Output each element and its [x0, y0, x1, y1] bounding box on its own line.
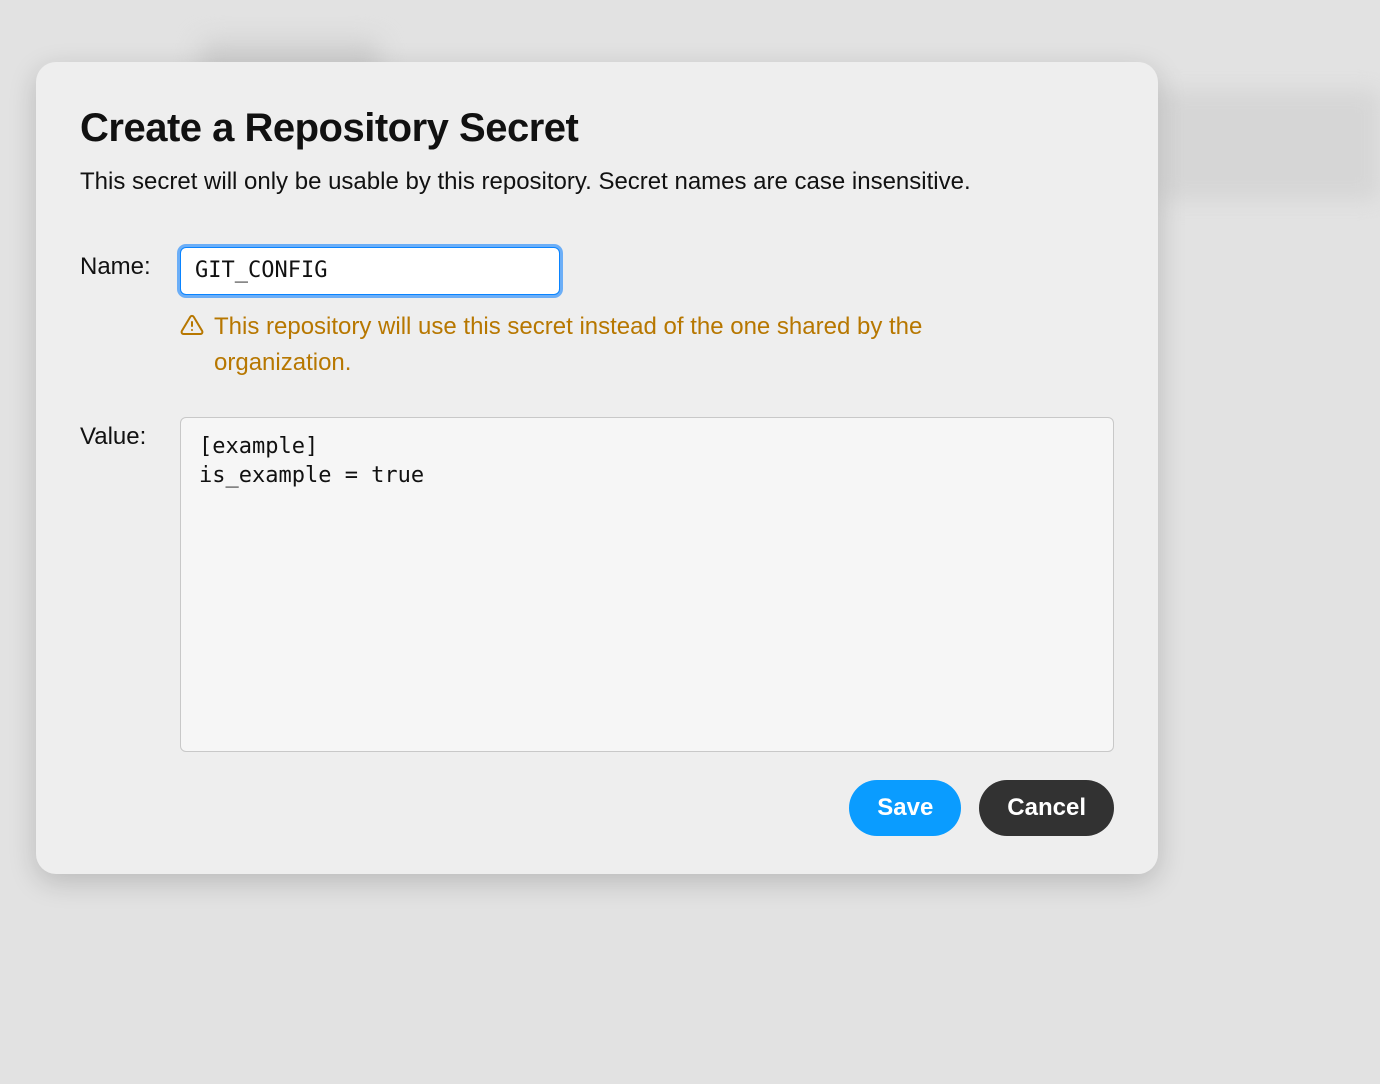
name-row: Name:: [80, 247, 1114, 295]
warning-message: This repository will use this secret ins…: [180, 309, 1004, 381]
modal-subtitle: This secret will only be usable by this …: [80, 165, 1114, 199]
backdrop-blur-element: [1160, 90, 1380, 200]
modal-actions: Save Cancel: [80, 780, 1114, 836]
save-button[interactable]: Save: [849, 780, 961, 836]
value-label: Value:: [80, 417, 180, 451]
create-secret-modal: Create a Repository Secret This secret w…: [36, 62, 1158, 874]
value-row: Value:: [80, 417, 1114, 752]
modal-title: Create a Repository Secret: [80, 106, 1114, 151]
secret-name-input[interactable]: [180, 247, 560, 295]
cancel-button[interactable]: Cancel: [979, 780, 1114, 836]
warning-row: This repository will use this secret ins…: [80, 309, 1114, 381]
secret-value-textarea[interactable]: [180, 417, 1114, 752]
warning-text: This repository will use this secret ins…: [214, 309, 1004, 381]
name-label: Name:: [80, 247, 180, 281]
warning-triangle-icon: [180, 313, 204, 342]
